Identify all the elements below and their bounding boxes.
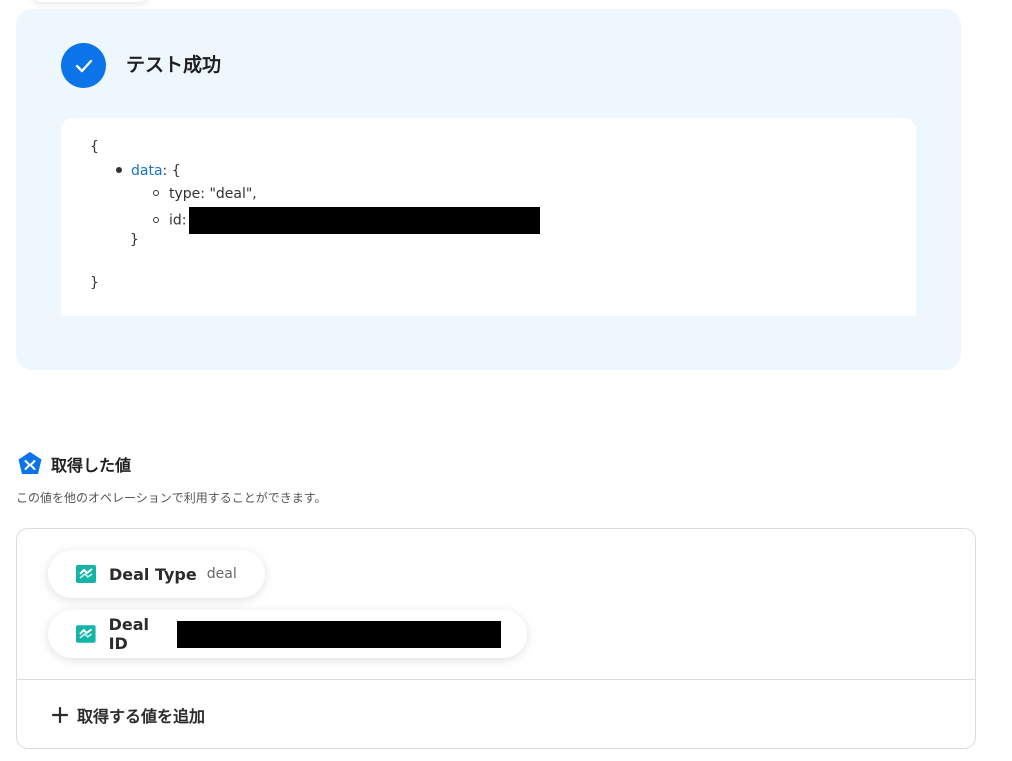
json-type-line: type: "deal", [153, 184, 257, 204]
plus-icon [51, 706, 69, 724]
redacted-id [177, 620, 502, 648]
json-id-label: id: [169, 212, 187, 229]
redacted-id [188, 207, 540, 234]
json-open-brace: { [90, 139, 99, 155]
json-type-value: type: "deal", [169, 186, 257, 202]
app-logo-icon [76, 565, 96, 583]
yoom-icon [18, 452, 42, 474]
values-section-description: この値を他のオペレーションで利用することができます。 [16, 491, 327, 505]
bullet [153, 216, 159, 223]
value-pill-deal-id[interactable]: Deal ID [48, 610, 527, 658]
add-value-button[interactable]: 取得する値を追加 [51, 703, 205, 727]
bullet [116, 167, 122, 173]
test-success-title: テスト成功 [126, 54, 222, 76]
add-value-label: 取得する値を追加 [77, 707, 206, 726]
check-icon [61, 43, 106, 88]
test-result-panel: テスト成功 { data: { type: "deal", id: } } [16, 9, 961, 370]
obtained-values-card: Deal Type deal Deal ID 取得する値を追加 [16, 528, 976, 749]
json-id-line: id: [153, 207, 540, 234]
app-logo-icon [76, 625, 96, 643]
json-close-brace: } [90, 275, 99, 291]
previous-card-edge [30, 0, 150, 2]
json-output: { data: { type: "deal", id: } } [61, 118, 916, 316]
value-label: Deal ID [108, 615, 149, 653]
value-label: Deal Type [109, 564, 197, 584]
divider [17, 679, 975, 680]
values-section-header: 取得した値 [17, 451, 131, 477]
value-text: deal [206, 566, 237, 582]
json-data-line: data: { [116, 161, 181, 181]
bullet [153, 190, 159, 196]
json-inner-close: } [130, 232, 139, 248]
value-pill-deal-type[interactable]: Deal Type deal [48, 550, 265, 598]
values-section-title: 取得した値 [51, 456, 132, 475]
json-data-open: : { [162, 163, 181, 179]
json-data-key[interactable]: data [131, 163, 163, 179]
